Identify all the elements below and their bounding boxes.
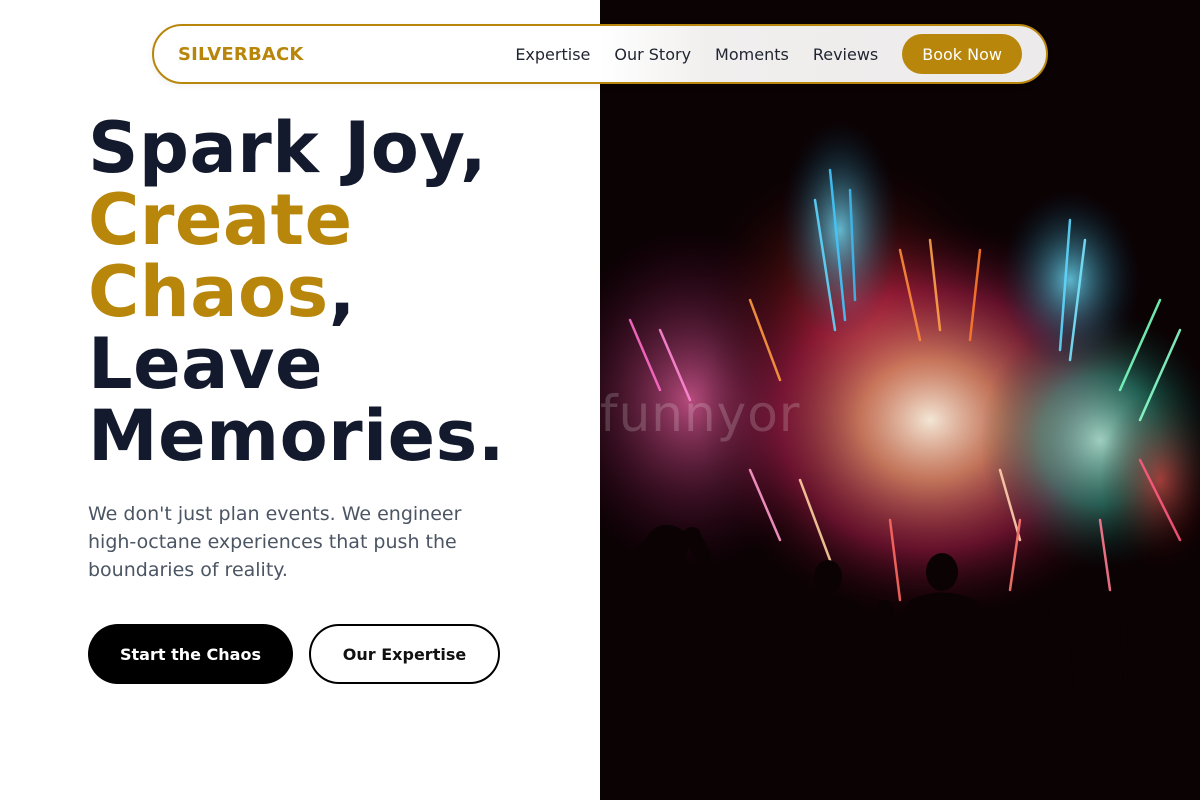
headline-comma: , xyxy=(328,251,356,333)
headline-line-1: Spark Joy, xyxy=(88,107,488,189)
hero-headline: Spark Joy, Create Chaos, Leave Memories. xyxy=(88,112,588,472)
nav-link-moments[interactable]: Moments xyxy=(715,45,789,64)
headline-line-2: Create xyxy=(88,179,353,261)
headline-line-5: Memories. xyxy=(88,395,505,477)
hero-subtext: We don't just plan events. We engineer h… xyxy=(88,503,462,581)
top-navbar: SILVERBACK Expertise Our Story Moments R… xyxy=(152,24,1048,84)
our-expertise-button[interactable]: Our Expertise xyxy=(309,624,500,684)
headline-chaos-word: Chaos xyxy=(88,251,329,333)
start-the-chaos-button[interactable]: Start the Chaos xyxy=(88,624,293,684)
image-watermark: funnyor xyxy=(600,385,801,443)
book-now-button[interactable]: Book Now xyxy=(902,34,1022,74)
nav-link-expertise[interactable]: Expertise xyxy=(515,45,590,64)
headline-line-3: Chaos, xyxy=(88,256,588,328)
nav-link-our-story[interactable]: Our Story xyxy=(614,45,691,64)
nav-link-reviews[interactable]: Reviews xyxy=(813,45,878,64)
hero-image: funnyor xyxy=(600,0,1200,800)
brand-logo[interactable]: SILVERBACK xyxy=(178,44,304,65)
nav-links: Expertise Our Story Moments Reviews Book… xyxy=(515,34,1022,74)
headline-line-4: Leave xyxy=(88,323,323,405)
